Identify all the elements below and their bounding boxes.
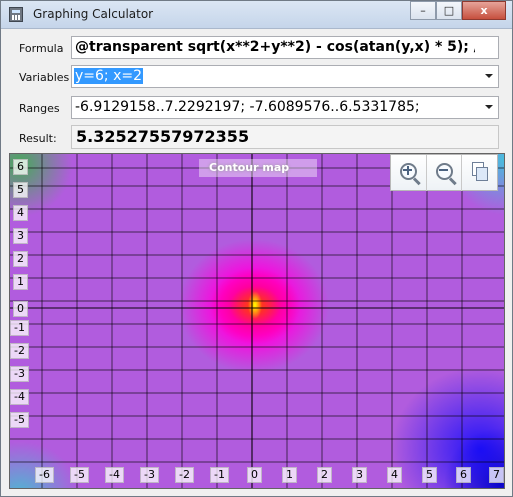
x-axis-tick: 0 [247, 467, 262, 483]
plot-title: Contour map [199, 159, 317, 177]
y-axis-tick: -1 [10, 320, 29, 336]
plot-grid [10, 154, 504, 488]
minimize-button[interactable]: – [410, 1, 436, 20]
y-axis-tick: 2 [13, 251, 28, 267]
variables-label: Variables [19, 71, 70, 84]
y-axis-tick: -3 [10, 366, 29, 382]
window-title: Graphing Calculator [33, 7, 154, 21]
y-axis-tick: 0 [13, 301, 28, 317]
formula-text: @transparent sqrt(x**2+y**2) - cos(atan(… [75, 39, 475, 55]
copy-button[interactable] [462, 155, 497, 191]
calculator-icon [9, 7, 23, 22]
maximize-button[interactable]: □ [436, 1, 462, 20]
ranges-dropdown[interactable]: -6.9129158..7.2292197; -7.6089576..6.533… [71, 96, 499, 119]
zoom-in-icon [400, 163, 417, 180]
plus-icon [403, 165, 412, 175]
x-axis-tick: 5 [422, 467, 437, 483]
y-axis-tick: -4 [10, 389, 29, 405]
close-button[interactable]: x [462, 1, 506, 20]
y-axis-tick: 1 [13, 274, 28, 290]
x-axis-tick: 3 [352, 467, 367, 483]
title-bar[interactable]: Graphing Calculator – □ x [1, 1, 512, 29]
y-axis-tick: -5 [10, 412, 29, 428]
x-axis-tick: -4 [105, 467, 124, 483]
zoom-out-icon [435, 163, 453, 180]
result-label: Result: [19, 132, 57, 145]
result-display: 5.32527557972355 [71, 125, 499, 149]
x-axis-tick: 7 [489, 467, 504, 483]
variables-dropdown[interactable]: y=6; x=2 [71, 65, 499, 88]
x-axis-tick: 1 [282, 467, 297, 483]
ranges-label: Ranges [19, 102, 60, 115]
plot-toolbar [390, 154, 498, 191]
x-axis-tick: -6 [35, 467, 54, 483]
chevron-down-icon[interactable] [485, 105, 493, 109]
copy-icon [476, 167, 489, 181]
x-axis-tick: -3 [140, 467, 159, 483]
y-axis-tick: 4 [13, 205, 28, 221]
x-axis-tick: 4 [387, 467, 402, 483]
y-axis-tick: 6 [13, 159, 28, 175]
variables-text: y=6; x=2 [74, 68, 144, 84]
x-axis-tick: -5 [70, 467, 89, 483]
minus-icon [438, 169, 448, 171]
formula-label: Formula [19, 42, 64, 55]
zoom-out-button[interactable] [427, 155, 463, 191]
result-value: 5.32527557972355 [76, 127, 250, 146]
graphing-calculator-window: Graphing Calculator – □ x Formula @trans… [0, 0, 513, 497]
ranges-text: -6.9129158..7.2292197; -7.6089576..6.533… [75, 99, 420, 115]
plot-title-text: Contour map [209, 161, 290, 174]
zoom-in-button[interactable] [391, 155, 427, 191]
contour-plot[interactable]: Contour map 6 5 4 3 2 1 0 -1 -2 -3 -4 -5 [9, 153, 505, 489]
x-axis-tick: 2 [317, 467, 332, 483]
y-axis-tick: 5 [13, 182, 28, 198]
y-axis-tick: -2 [10, 343, 29, 359]
x-axis-tick: 6 [456, 467, 471, 483]
x-axis-tick: -2 [175, 467, 194, 483]
x-axis-tick: -1 [210, 467, 229, 483]
formula-input[interactable]: @transparent sqrt(x**2+y**2) - cos(atan(… [71, 36, 499, 59]
chevron-down-icon[interactable] [485, 74, 493, 78]
y-axis-tick: 3 [13, 228, 28, 244]
